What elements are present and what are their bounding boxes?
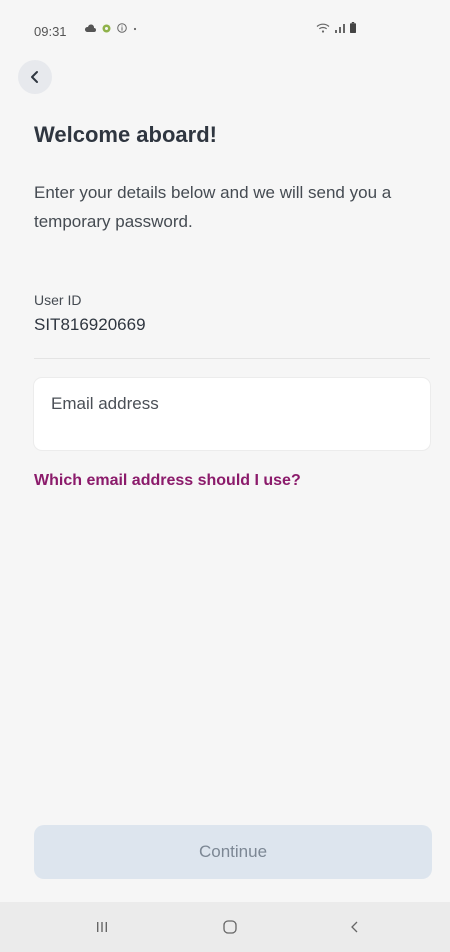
status-icons-left (84, 23, 137, 33)
status-bar: 09:31 (0, 0, 450, 58)
back-button[interactable] (18, 60, 52, 94)
recent-apps-icon (97, 922, 107, 932)
home-icon (223, 920, 237, 934)
status-icons-right (316, 22, 356, 33)
system-nav-bar (0, 902, 450, 952)
email-help-link[interactable]: Which email address should I use? (34, 472, 301, 490)
continue-button[interactable]: Continue (34, 825, 432, 879)
system-back-button[interactable] (343, 915, 367, 939)
divider (34, 358, 430, 359)
signal-icon (335, 23, 345, 33)
status-time: 09:31 (34, 24, 67, 39)
recent-apps-button[interactable] (90, 915, 114, 939)
user-id-label: User ID (34, 292, 82, 308)
cloud-icon (84, 24, 96, 32)
dot-icon (133, 27, 137, 31)
battery-icon (350, 22, 356, 33)
page-title: Welcome aboard! (34, 122, 217, 147)
info-icon (117, 23, 127, 33)
page-subtitle: Enter your details below and we will sen… (34, 183, 392, 231)
wifi-icon (316, 23, 330, 33)
email-placeholder: Email address (51, 394, 159, 413)
user-id-value: SIT816920669 (34, 315, 146, 334)
back-icon (351, 921, 358, 933)
settings-dot-icon (102, 24, 111, 32)
chevron-left-icon (31, 71, 38, 83)
home-button[interactable] (218, 915, 242, 939)
email-field[interactable]: Email address (34, 378, 430, 450)
